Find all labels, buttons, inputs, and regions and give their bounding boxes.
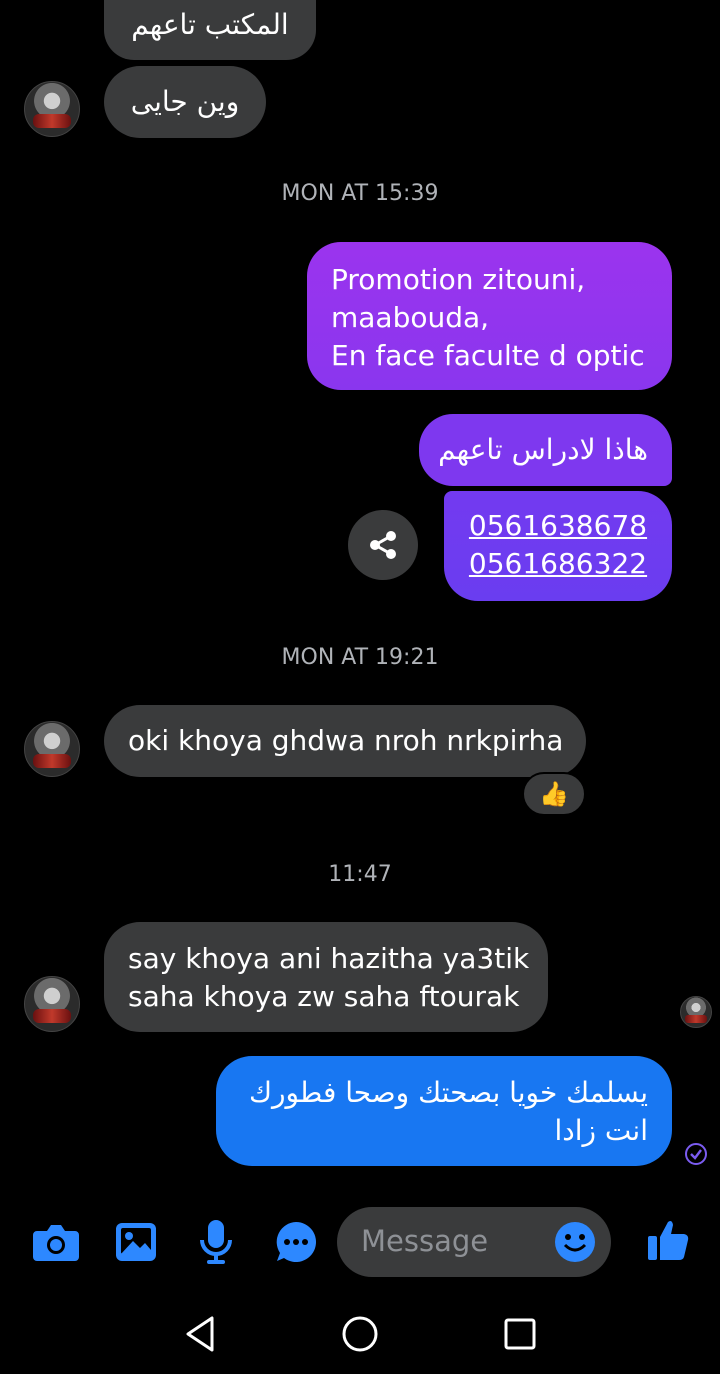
message-line: maabouda,	[331, 301, 490, 334]
thumbs-up-icon	[648, 1221, 689, 1260]
message-bubble-incoming-partial[interactable]: المكتب تاعهم	[104, 0, 316, 60]
message-line: En face faculte d optic	[331, 339, 645, 372]
message-line: انت زادا	[554, 1114, 648, 1147]
message-line: saha khoya zw saha ftourak	[128, 980, 520, 1013]
phone-link[interactable]: 0561686322	[468, 545, 648, 583]
seen-avatar	[680, 996, 712, 1028]
microphone-button[interactable]	[192, 1218, 240, 1266]
chat-more-icon	[276, 1222, 316, 1262]
nav-recents-button[interactable]	[500, 1314, 540, 1354]
message-text: المكتب تاعهم	[131, 8, 289, 41]
emoji-icon[interactable]	[555, 1222, 595, 1262]
more-options-button[interactable]	[272, 1218, 320, 1266]
message-line: يسلمك خويا بصحتك وصحا فطورك	[248, 1076, 648, 1109]
message-bubble-outgoing[interactable]: يسلمك خويا بصحتك وصحا فطورك انت زادا	[216, 1056, 672, 1166]
nav-back-button[interactable]	[182, 1314, 222, 1354]
back-triangle-icon	[186, 1316, 214, 1352]
message-text: oki khoya ghdwa nroh nrkpirha	[128, 724, 564, 757]
message-bubble-incoming[interactable]: oki khoya ghdwa nroh nrkpirha	[104, 705, 586, 777]
message-input-placeholder: Message	[361, 1224, 489, 1258]
contact-avatar[interactable]	[24, 721, 80, 777]
camera-icon	[33, 1225, 79, 1261]
message-line: say khoya ani hazitha ya3tik	[128, 942, 530, 975]
thumbs-up-reaction-icon: 👍	[539, 780, 569, 808]
timestamp: MON AT 15:39	[281, 181, 439, 206]
microphone-icon	[200, 1220, 232, 1264]
message-bubble-outgoing[interactable]: 0561638678 0561686322	[444, 491, 672, 601]
message-bubble-outgoing[interactable]: هاذا لادراس تاعهم	[419, 414, 672, 486]
message-line: Promotion zitouni,	[331, 263, 586, 296]
message-text: وين جايى	[130, 85, 240, 118]
reaction-badge[interactable]: 👍	[522, 772, 586, 816]
message-bubble-incoming[interactable]: say khoya ani hazitha ya3tik saha khoya …	[104, 922, 548, 1032]
camera-button[interactable]	[32, 1218, 80, 1266]
contact-avatar[interactable]	[24, 81, 80, 137]
message-text: هاذا لادراس تاعهم	[438, 433, 648, 466]
message-bubble-incoming[interactable]: وين جايى	[104, 66, 266, 138]
check-circle-icon	[685, 1143, 707, 1165]
message-input[interactable]: Message	[337, 1207, 611, 1277]
gallery-button[interactable]	[112, 1218, 160, 1266]
share-icon	[370, 531, 396, 559]
image-icon	[116, 1223, 156, 1261]
like-button[interactable]	[644, 1216, 692, 1264]
timestamp: MON AT 19:21	[281, 645, 439, 670]
nav-home-button[interactable]	[340, 1314, 380, 1354]
recents-square-icon	[504, 1318, 536, 1350]
timestamp: 11:47	[328, 862, 392, 887]
phone-link[interactable]: 0561638678	[468, 507, 648, 545]
contact-avatar[interactable]	[24, 976, 80, 1032]
home-circle-icon	[342, 1316, 378, 1352]
share-button[interactable]	[348, 510, 418, 580]
message-bubble-outgoing[interactable]: Promotion zitouni, maabouda, En face fac…	[307, 242, 672, 390]
